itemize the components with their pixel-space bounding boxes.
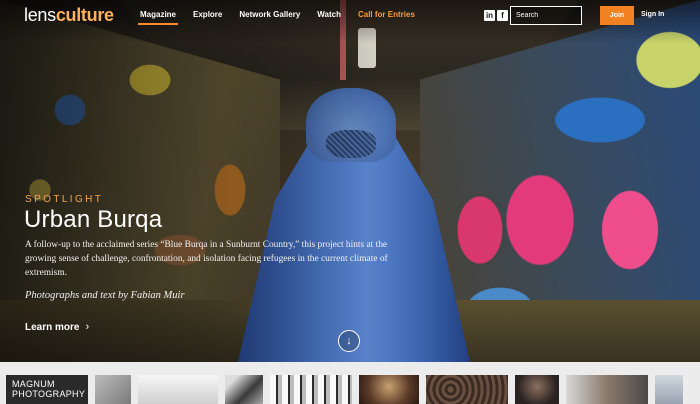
logo-light-text: lens [24,5,56,25]
learn-more-label: Learn more [25,321,80,333]
thumbnail[interactable] [270,375,352,404]
nav-explore[interactable]: Explore [193,10,222,25]
magnum-photography-card[interactable]: MAGNUM PHOTOGRAPHY [6,375,88,404]
thumbnail[interactable] [225,375,263,404]
social-links: in f [484,10,508,21]
hero-image[interactable] [0,0,700,362]
thumbnail[interactable] [655,375,683,404]
card-label-line1: MAGNUM [12,379,55,389]
scroll-down-button[interactable]: ↓ [338,330,360,352]
thumbnail-track: MAGNUM PHOTOGRAPHY [6,375,683,404]
thumbnail[interactable] [426,375,508,404]
thumbnail[interactable] [515,375,559,404]
lensculture-logo[interactable]: lensculture [24,5,114,26]
nav-links: Magazine Explore Network Gallery Watch C… [137,10,432,25]
photo-credit: Photographs and text by Fabian Muir [25,290,185,301]
thumbnail[interactable] [566,375,648,404]
linkedin-icon[interactable]: in [484,10,495,21]
chevron-right-icon: › [85,321,90,333]
article-title[interactable]: Urban Burqa [24,206,162,234]
thumbnail[interactable] [95,375,131,404]
hero-overlay [0,0,700,362]
search-input[interactable] [516,12,576,19]
facebook-icon[interactable]: f [497,10,508,21]
join-button[interactable]: Join [600,6,634,25]
logo-bold-text: culture [55,5,114,25]
card-label-line2: PHOTOGRAPHY [12,389,86,399]
spotlight-kicker: SPOTLIGHT [25,194,104,205]
thumbnail[interactable] [138,375,218,404]
learn-more-link[interactable]: Learn more › [25,321,89,333]
sign-in-link[interactable]: Sign In [641,11,664,18]
thumbnail-strip: MAGNUM PHOTOGRAPHY [0,362,700,404]
nav-network-gallery[interactable]: Network Gallery [239,10,300,25]
thumbnail[interactable] [359,375,419,404]
nav-watch[interactable]: Watch [317,10,341,25]
nav-magazine[interactable]: Magazine [137,10,179,25]
search-box [510,6,582,25]
article-description: A follow-up to the acclaimed series “Blu… [25,240,388,278]
nav-call-for-entries[interactable]: Call for Entries [358,10,415,25]
arrow-down-icon: ↓ [346,335,352,347]
top-nav: lensculture Magazine Explore Network Gal… [0,0,700,32]
